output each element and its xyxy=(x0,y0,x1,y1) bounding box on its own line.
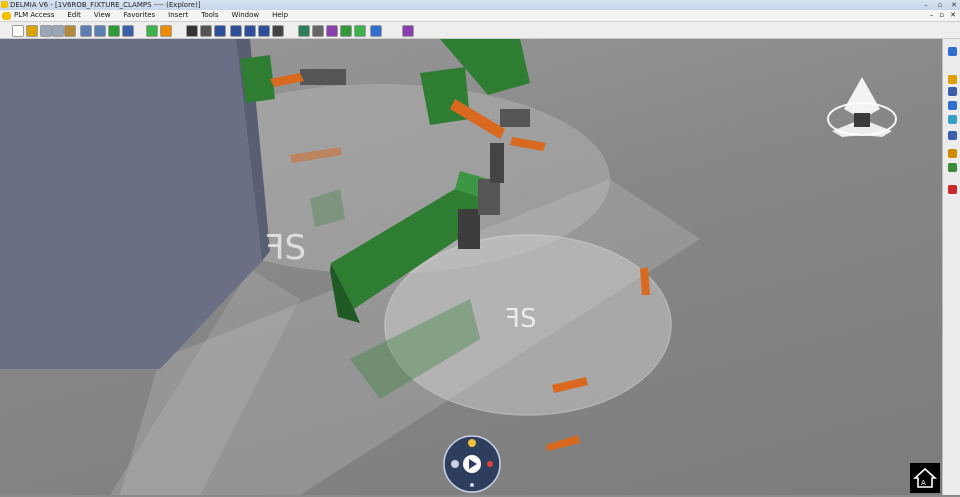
open-icon[interactable] xyxy=(26,25,38,37)
restore-button[interactable]: ▫ xyxy=(936,1,944,9)
back-clamp-1 xyxy=(300,69,346,85)
wireframe-icon[interactable] xyxy=(312,25,324,37)
3ds-house-icon: A xyxy=(912,467,938,488)
undo-icon[interactable] xyxy=(80,25,92,37)
scene-canvas[interactable]: ꟻS ꟻS xyxy=(0,39,942,495)
window-title: DELMIA V6 - [1V6ROB_FIXTURE_CLAMPS ---- … xyxy=(10,1,201,9)
clamp-body xyxy=(458,209,480,249)
update-icon[interactable] xyxy=(108,25,120,37)
minimize-button[interactable]: – xyxy=(922,1,930,9)
robot-nav-wheel[interactable] xyxy=(443,435,501,493)
standard-toolbar xyxy=(0,22,960,39)
shading-icon[interactable] xyxy=(272,25,284,37)
new-icon[interactable] xyxy=(12,25,24,37)
redo-icon[interactable] xyxy=(94,25,106,37)
menu-plm-access[interactable]: PLM Access xyxy=(14,10,54,21)
menu-window[interactable]: Window xyxy=(232,10,260,21)
svg-text:A: A xyxy=(921,479,926,487)
menu-help[interactable]: Help xyxy=(272,10,288,21)
filter-icon[interactable] xyxy=(948,87,957,96)
layers-icon[interactable] xyxy=(948,115,957,124)
orange-arm-1 xyxy=(270,73,304,87)
zoom-area-icon[interactable] xyxy=(200,25,212,37)
shading-edges-icon[interactable] xyxy=(298,25,310,37)
menu-insert[interactable]: Insert xyxy=(168,10,188,21)
publish-icon[interactable] xyxy=(948,163,957,172)
back-clamp-2 xyxy=(500,109,530,127)
pan-icon[interactable] xyxy=(244,25,256,37)
copy-icon[interactable] xyxy=(52,25,64,37)
ds-logo-floor: ꟻS xyxy=(265,228,306,268)
settings-icon[interactable] xyxy=(402,25,414,37)
menu-edit[interactable]: Edit xyxy=(67,10,81,21)
clamp-arm xyxy=(478,179,500,215)
3d-viewport[interactable]: ꟻS ꟻS xyxy=(0,39,942,495)
capture-icon[interactable] xyxy=(948,131,957,140)
measure-icon[interactable] xyxy=(354,25,366,37)
compass-logo-icon[interactable] xyxy=(2,12,11,20)
doc-restore-button[interactable]: ▫ xyxy=(939,10,944,21)
hide-show-icon[interactable] xyxy=(326,25,338,37)
menu-items: PLM Access Edit View Favorites Insert To… xyxy=(14,10,301,21)
app-icon xyxy=(1,1,8,8)
back-fixture-3 xyxy=(240,55,275,103)
orbit-icon[interactable] xyxy=(160,25,172,37)
window-controls: – ▫ ✕ xyxy=(922,1,958,9)
navigation-compass[interactable] xyxy=(827,77,897,137)
orange-arm-6 xyxy=(546,435,580,451)
delete-icon[interactable] xyxy=(948,185,957,194)
fly-icon[interactable] xyxy=(230,25,242,37)
doc-close-button[interactable]: ✕ xyxy=(950,10,956,21)
tree-icon[interactable] xyxy=(948,101,957,110)
menu-bar: PLM Access Edit View Favorites Insert To… xyxy=(0,10,960,22)
3dexperience-button[interactable]: A xyxy=(910,463,940,493)
doc-minimize-button[interactable]: – xyxy=(930,10,934,21)
title-bar: DELMIA V6 - [1V6ROB_FIXTURE_CLAMPS ---- … xyxy=(0,0,960,10)
select-icon[interactable] xyxy=(948,47,957,56)
close-button[interactable]: ✕ xyxy=(950,1,958,9)
swap-icon[interactable] xyxy=(340,25,352,37)
cut-icon[interactable] xyxy=(40,25,52,37)
walk-icon[interactable] xyxy=(214,25,226,37)
render-icon[interactable] xyxy=(186,25,198,37)
clamp-rod xyxy=(490,143,504,183)
menu-view[interactable]: View xyxy=(94,10,111,21)
document-controls: – ▫ ✕ xyxy=(930,10,956,21)
user-icon[interactable] xyxy=(370,25,382,37)
lock-icon[interactable] xyxy=(948,149,957,158)
zoom-icon[interactable] xyxy=(258,25,270,37)
menu-tools[interactable]: Tools xyxy=(201,10,218,21)
paste-icon[interactable] xyxy=(64,25,76,37)
ds-logo-turntable: ꟻS xyxy=(505,304,536,334)
edit-icon[interactable] xyxy=(948,75,957,84)
help-icon[interactable] xyxy=(122,25,134,37)
fit-all-icon[interactable] xyxy=(146,25,158,37)
right-toolbar xyxy=(942,39,960,495)
menu-favorites[interactable]: Favorites xyxy=(124,10,156,21)
